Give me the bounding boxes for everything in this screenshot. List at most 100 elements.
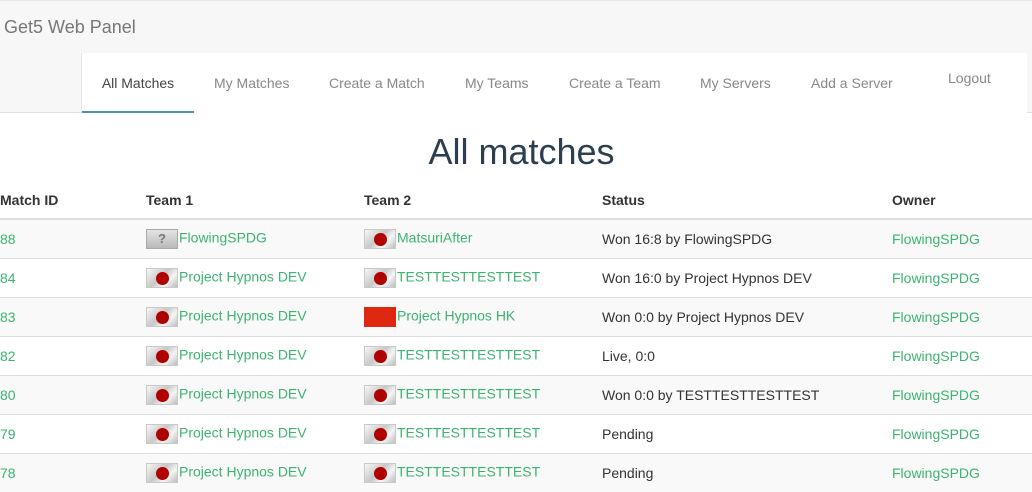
match-id-link[interactable]: 79: [0, 426, 16, 442]
nav-my-teams[interactable]: My Teams: [465, 53, 529, 113]
japan-flag-icon: [146, 306, 178, 327]
table-row: 82 Project Hypnos DEV TESTTESTTESTTEST Live…: [0, 335, 1032, 375]
cell-match-id: 79: [0, 413, 134, 453]
cell-team2: TESTTESTTESTTEST: [352, 335, 590, 375]
cell-team1: ? FlowingSPDG: [134, 218, 352, 258]
team2-link[interactable]: TESTTESTTESTTEST: [397, 385, 540, 401]
cell-team2: TESTTESTTESTTEST: [352, 413, 590, 453]
match-id-link[interactable]: 78: [0, 465, 16, 481]
cell-status: Won 16:0 by Project Hypnos DEV: [590, 257, 880, 297]
team1-link[interactable]: Project Hypnos DEV: [179, 346, 307, 362]
cell-team2: MatsuriAfter: [352, 218, 590, 258]
owner-link[interactable]: FlowingSPDG: [892, 309, 980, 325]
japan-flag-icon: [364, 267, 396, 288]
column-header-match-id: Match ID: [0, 182, 134, 220]
team1-link[interactable]: FlowingSPDG: [179, 229, 267, 245]
cell-match-id: 80: [0, 374, 134, 414]
matches-table: Match ID Team 1 Team 2 Status Owner 88? F…: [0, 182, 1032, 492]
owner-link[interactable]: FlowingSPDG: [892, 465, 980, 481]
team1-link[interactable]: Project Hypnos DEV: [179, 268, 307, 284]
top-navbar: Get5 Web Panel All Matches My Matches Cr…: [0, 0, 1032, 113]
cell-team1: Project Hypnos DEV: [134, 296, 352, 336]
team2-link[interactable]: TESTTESTTESTTEST: [397, 268, 540, 284]
cell-team1: Project Hypnos DEV: [134, 335, 352, 375]
cell-team2: Project Hypnos HK: [352, 296, 590, 336]
cell-team1: Project Hypnos DEV: [134, 257, 352, 297]
match-id-link[interactable]: 88: [0, 231, 16, 247]
cell-team1: Project Hypnos DEV: [134, 374, 352, 414]
unknown-flag-icon: ?: [146, 228, 178, 249]
cell-status: Pending: [590, 452, 880, 492]
cell-owner: FlowingSPDG: [880, 413, 1032, 453]
nav-create-match[interactable]: Create a Match: [329, 53, 425, 113]
cell-owner: FlowingSPDG: [880, 452, 1032, 492]
cell-team1: Project Hypnos DEV: [134, 413, 352, 453]
cell-status: Won 0:0 by TESTTESTTESTTEST: [590, 374, 880, 414]
team2-link[interactable]: MatsuriAfter: [397, 229, 472, 245]
table-row: 80 Project Hypnos DEV TESTTESTTESTTEST Won …: [0, 374, 1032, 414]
japan-flag-icon: [146, 384, 178, 405]
team1-link[interactable]: Project Hypnos DEV: [179, 307, 307, 323]
owner-link[interactable]: FlowingSPDG: [892, 426, 980, 442]
team1-link[interactable]: Project Hypnos DEV: [179, 385, 307, 401]
japan-flag-icon: [364, 384, 396, 405]
cell-status: Pending: [590, 413, 880, 453]
match-id-link[interactable]: 80: [0, 387, 16, 403]
brand-logo-text[interactable]: Get5 Web Panel: [4, 17, 136, 38]
cell-status: Won 16:8 by FlowingSPDG: [590, 218, 880, 258]
table-row: 88? FlowingSPDG MatsuriAfter Won 16:8 by Fl…: [0, 218, 1032, 258]
cell-owner: FlowingSPDG: [880, 374, 1032, 414]
cell-owner: FlowingSPDG: [880, 335, 1032, 375]
team2-link[interactable]: TESTTESTTESTTEST: [397, 346, 540, 362]
column-header-status: Status: [590, 182, 880, 220]
cell-team2: TESTTESTTESTTEST: [352, 452, 590, 492]
cell-match-id: 88: [0, 218, 134, 258]
logout-link[interactable]: Logout: [948, 53, 991, 113]
match-id-link[interactable]: 83: [0, 309, 16, 325]
nav-add-server[interactable]: Add a Server: [811, 53, 893, 113]
owner-link[interactable]: FlowingSPDG: [892, 231, 980, 247]
cell-owner: FlowingSPDG: [880, 257, 1032, 297]
main-nav: All Matches My Matches Create a Match My…: [81, 53, 1027, 113]
japan-flag-icon: [146, 462, 178, 483]
table-row: 79 Project Hypnos DEV TESTTESTTESTTEST Pend…: [0, 413, 1032, 453]
cell-status: Won 0:0 by Project Hypnos DEV: [590, 296, 880, 336]
hong-kong-flag-icon: [364, 306, 396, 327]
match-id-link[interactable]: 84: [0, 270, 16, 286]
nav-all-matches[interactable]: All Matches: [82, 53, 194, 113]
match-id-link[interactable]: 82: [0, 348, 16, 364]
cell-team2: TESTTESTTESTTEST: [352, 374, 590, 414]
cell-team2: TESTTESTTESTTEST: [352, 257, 590, 297]
column-header-owner: Owner: [880, 182, 1032, 220]
japan-flag-icon: [364, 228, 396, 249]
table-body: 88? FlowingSPDG MatsuriAfter Won 16:8 by Fl…: [0, 218, 1032, 492]
cell-status: Live, 0:0: [590, 335, 880, 375]
cell-match-id: 82: [0, 335, 134, 375]
nav-my-matches[interactable]: My Matches: [214, 53, 289, 113]
nav-my-servers[interactable]: My Servers: [700, 53, 771, 113]
owner-link[interactable]: FlowingSPDG: [892, 348, 980, 364]
column-header-team1: Team 1: [134, 182, 352, 220]
japan-flag-icon: [364, 423, 396, 444]
japan-flag-icon: [364, 345, 396, 366]
team1-link[interactable]: Project Hypnos DEV: [179, 463, 307, 479]
japan-flag-icon: [146, 267, 178, 288]
owner-link[interactable]: FlowingSPDG: [892, 270, 980, 286]
japan-flag-icon: [146, 423, 178, 444]
cell-match-id: 78: [0, 452, 134, 492]
column-header-team2: Team 2: [352, 182, 590, 220]
japan-flag-icon: [364, 462, 396, 483]
page-title: All matches: [428, 131, 615, 172]
table-header-row: Match ID Team 1 Team 2 Status Owner: [0, 182, 1032, 220]
team1-link[interactable]: Project Hypnos DEV: [179, 424, 307, 440]
table-row: 83 Project Hypnos DEV Project Hypnos HK Won…: [0, 296, 1032, 336]
owner-link[interactable]: FlowingSPDG: [892, 387, 980, 403]
cell-owner: FlowingSPDG: [880, 296, 1032, 336]
cell-team1: Project Hypnos DEV: [134, 452, 352, 492]
team2-link[interactable]: TESTTESTTESTTEST: [397, 463, 540, 479]
japan-flag-icon: [146, 345, 178, 366]
table-row: 78 Project Hypnos DEV TESTTESTTESTTEST Pend…: [0, 452, 1032, 492]
team2-link[interactable]: TESTTESTTESTTEST: [397, 424, 540, 440]
nav-create-team[interactable]: Create a Team: [569, 53, 661, 113]
team2-link[interactable]: Project Hypnos HK: [397, 307, 515, 323]
